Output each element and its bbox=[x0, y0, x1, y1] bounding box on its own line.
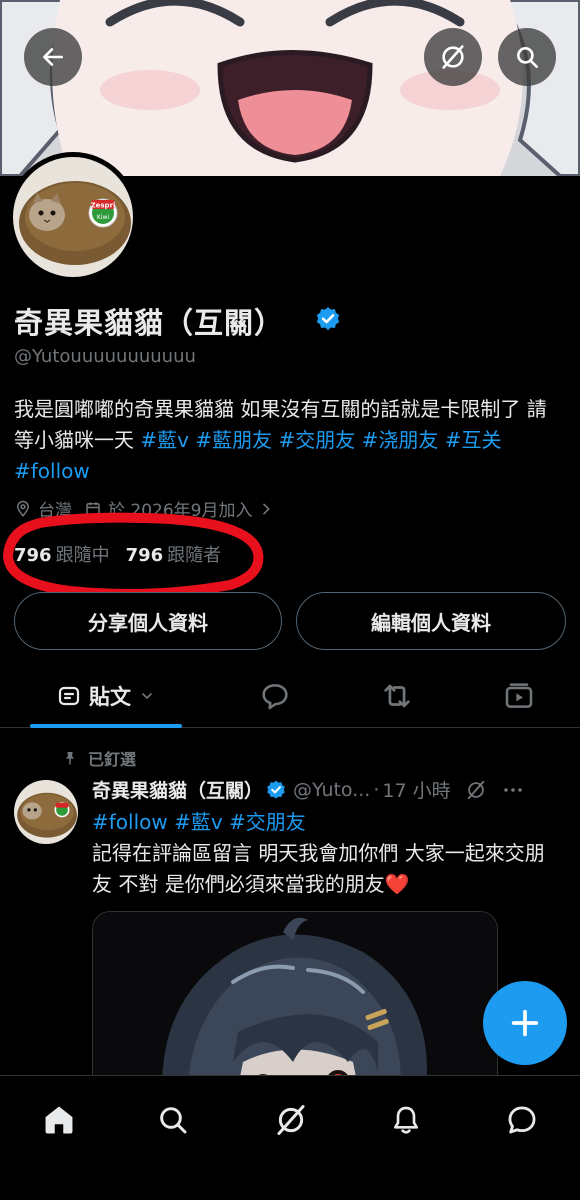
profile-handle: @Yutouuuuuuuuuuu bbox=[14, 346, 196, 367]
search-button[interactable] bbox=[498, 28, 556, 86]
sticker-sub-text: Kiwi bbox=[97, 214, 110, 221]
nav-search[interactable] bbox=[147, 1094, 199, 1146]
bottom-navigation-bar bbox=[0, 1075, 580, 1200]
tweet-author-name[interactable]: 奇異果貓貓（互關） bbox=[92, 776, 263, 803]
pinned-label: 已釘選 bbox=[62, 746, 136, 770]
plus-icon bbox=[511, 1009, 539, 1037]
nav-notifications[interactable] bbox=[380, 1094, 432, 1146]
tab-posts[interactable]: 貼文 bbox=[30, 664, 182, 728]
bio-hashtag[interactable]: #交朋友 bbox=[278, 428, 355, 452]
tab-media[interactable] bbox=[490, 664, 548, 728]
tab-retweets[interactable] bbox=[368, 664, 426, 728]
post-list-icon bbox=[58, 686, 80, 706]
kiwi-cat-avatar-image bbox=[14, 780, 78, 844]
profile-location: 台灣 bbox=[38, 501, 72, 521]
following-label: 跟隨中 bbox=[55, 545, 110, 566]
tweet-body-text: 記得在評論區留言 明天我會加你們 大家一起來交朋友 不對 是你們必須來當我的朋友 bbox=[92, 841, 545, 896]
search-icon bbox=[517, 47, 539, 69]
bio-hashtag[interactable]: #浇朋友 bbox=[362, 428, 439, 452]
bio-hashtag[interactable]: #follow bbox=[14, 459, 90, 483]
profile-tabs: 貼文 bbox=[0, 664, 580, 728]
message-icon bbox=[508, 1106, 536, 1134]
following-count: 796 bbox=[14, 545, 52, 566]
nav-grok[interactable] bbox=[265, 1094, 317, 1146]
share-profile-button[interactable]: 分享個人資料 bbox=[14, 592, 282, 650]
following-link[interactable]: 796 跟隨中 bbox=[14, 541, 110, 567]
compose-tweet-button[interactable] bbox=[483, 981, 567, 1065]
grok-icon bbox=[442, 45, 464, 69]
active-tab-indicator bbox=[30, 724, 182, 728]
grok-button[interactable] bbox=[424, 28, 482, 86]
tab-replies[interactable] bbox=[246, 664, 304, 728]
back-button[interactable] bbox=[24, 28, 82, 86]
kiwi-cat-avatar-image: Zespri Kiwi bbox=[13, 157, 133, 277]
verified-badge-icon[interactable] bbox=[314, 305, 342, 333]
profile-display-name: 奇異果貓貓（互關） bbox=[14, 306, 285, 340]
verified-badge-icon bbox=[267, 780, 285, 799]
tab-posts-label: 貼文 bbox=[89, 685, 131, 709]
tweet-body: 記得在評論區留言 明天我會加你們 大家一起來交朋友 不對 是你們必須來當我的朋友… bbox=[92, 838, 562, 900]
bio-hashtag[interactable]: #互关 bbox=[445, 428, 502, 452]
pinned-text: 已釘選 bbox=[88, 750, 137, 769]
followers-link[interactable]: 796 跟隨者 bbox=[126, 541, 222, 567]
tweet-timestamp[interactable]: 17 小時 bbox=[382, 776, 450, 803]
heart-emoji: ❤️ bbox=[384, 872, 410, 896]
chevron-right-icon bbox=[263, 503, 270, 514]
profile-meta-row[interactable]: 台灣 於 2026年9月加入 bbox=[14, 496, 274, 521]
pin-icon bbox=[66, 752, 74, 765]
nav-home[interactable] bbox=[33, 1094, 85, 1146]
grok-icon bbox=[277, 1105, 305, 1135]
calendar-icon bbox=[86, 501, 100, 516]
retweet-icon bbox=[384, 684, 410, 708]
tweet-header: 奇異果貓貓（互關） @Yuto... · 17 小時 bbox=[92, 776, 572, 803]
bell-icon bbox=[394, 1106, 418, 1134]
search-icon bbox=[160, 1107, 187, 1134]
grok-icon[interactable] bbox=[465, 779, 487, 801]
tweet-separator-dot: · bbox=[373, 778, 380, 801]
home-icon bbox=[45, 1106, 73, 1134]
tweet-hashtags[interactable]: #follow #藍v #交朋友 bbox=[92, 806, 306, 835]
arrow-left-icon bbox=[43, 48, 63, 66]
nav-messages[interactable] bbox=[496, 1094, 548, 1146]
more-icon[interactable] bbox=[501, 778, 525, 802]
profile-avatar[interactable]: Zespri Kiwi bbox=[8, 152, 138, 282]
followers-count: 796 bbox=[125, 545, 164, 566]
location-icon bbox=[16, 500, 30, 517]
follow-stats: 796 跟隨中 796 跟隨者 bbox=[14, 541, 221, 567]
speech-bubble-icon bbox=[262, 684, 288, 710]
chevron-down-icon bbox=[142, 693, 152, 699]
followers-label: 跟隨者 bbox=[167, 545, 222, 566]
edit-profile-button[interactable]: 編輯個人資料 bbox=[296, 592, 566, 650]
banner-anime-face-image bbox=[0, 0, 580, 176]
tweet-author-handle[interactable]: @Yuto... bbox=[293, 779, 370, 801]
bio-hashtag[interactable]: #藍v bbox=[140, 428, 189, 452]
profile-joined-date: 於 2026年9月加入 bbox=[108, 501, 253, 521]
media-icon bbox=[505, 683, 533, 708]
profile-banner[interactable] bbox=[0, 0, 580, 176]
profile-bio: 我是圓嘟嘟的奇異果貓貓 如果沒有互關的話就是卡限制了 請等小貓咪一天 #藍v #… bbox=[14, 394, 566, 487]
tweet-author-avatar[interactable] bbox=[14, 780, 78, 844]
sticker-brand-text: Zespri bbox=[91, 202, 116, 210]
bio-hashtag[interactable]: #藍朋友 bbox=[195, 428, 272, 452]
